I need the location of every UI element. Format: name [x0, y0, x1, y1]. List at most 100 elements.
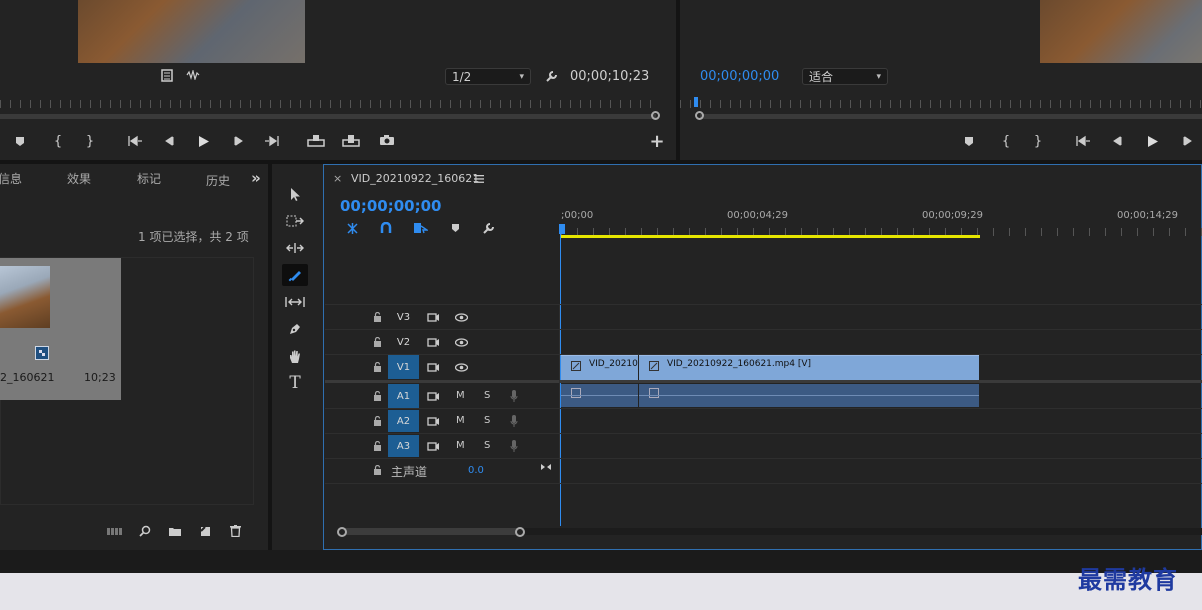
lock-icon[interactable] [370, 389, 384, 403]
mark-out-icon[interactable]: } [1030, 132, 1046, 150]
project-item-card[interactable]: 2_160621 10;23 [0, 258, 121, 400]
nest-icon[interactable] [344, 220, 360, 236]
pen-tool-icon[interactable] [282, 318, 308, 340]
sync-lock-icon[interactable] [425, 360, 441, 374]
go-to-in-icon[interactable] [1074, 132, 1092, 150]
trash-icon[interactable] [227, 523, 243, 539]
lock-icon[interactable] [370, 310, 384, 324]
wrench-icon[interactable] [480, 220, 496, 236]
sync-lock-icon[interactable] [425, 439, 441, 453]
sequence-tab-label[interactable]: VID_20210922_160621 [351, 172, 479, 185]
program-time-ruler[interactable] [680, 100, 1202, 108]
step-back-icon[interactable] [1108, 132, 1126, 150]
program-playhead[interactable] [694, 97, 698, 107]
track-target-v1[interactable]: V1 [388, 355, 419, 379]
work-area-bar[interactable] [561, 235, 980, 238]
step-back-icon[interactable] [160, 132, 178, 150]
overwrite-icon[interactable] [341, 131, 361, 149]
eye-icon[interactable] [452, 310, 470, 324]
timeline-playhead-timecode[interactable]: 00;00;00;00 [340, 197, 442, 215]
snap-icon[interactable] [378, 220, 394, 236]
tab-markers[interactable]: 标记 [137, 170, 161, 187]
sync-lock-icon[interactable] [425, 389, 441, 403]
a1-clip-first[interactable] [561, 384, 638, 407]
slip-tool-icon[interactable] [282, 291, 308, 313]
export-frame-icon[interactable] [377, 131, 397, 149]
type-tool-icon[interactable]: T [282, 372, 308, 394]
add-marker-icon[interactable] [447, 220, 463, 236]
track-target-v2[interactable]: V2 [388, 331, 419, 353]
sync-lock-icon[interactable] [425, 335, 441, 349]
microphone-icon[interactable] [507, 439, 521, 453]
double-chevron-right-icon[interactable]: » [248, 169, 264, 187]
master-volume-value[interactable]: 0.0 [468, 465, 484, 476]
play-icon[interactable] [195, 132, 213, 150]
lock-icon[interactable] [370, 360, 384, 374]
eye-icon[interactable] [452, 360, 470, 374]
microphone-icon[interactable] [507, 389, 521, 403]
mark-in-icon[interactable]: { [998, 132, 1014, 150]
hamburger-menu-icon[interactable] [472, 172, 486, 186]
tab-effects[interactable]: 效果 [67, 170, 91, 187]
play-icon[interactable] [1144, 132, 1162, 150]
tab-history[interactable]: 历史 [206, 174, 230, 186]
insert-icon[interactable] [306, 131, 326, 149]
timeline-scroll-handle-right[interactable] [515, 527, 525, 537]
tab-info[interactable]: 信息 [0, 170, 22, 187]
program-scroll-handle[interactable] [695, 111, 704, 120]
sync-lock-icon[interactable] [425, 414, 441, 428]
step-forward-icon[interactable] [1179, 132, 1197, 150]
timeline-playhead-head[interactable] [559, 224, 565, 234]
track-target-v3[interactable]: V3 [388, 306, 419, 328]
source-timecode[interactable]: 00;00;10;23 [570, 69, 649, 84]
add-marker-icon[interactable] [961, 132, 977, 150]
track-target-a3[interactable]: A3 [388, 435, 419, 457]
microphone-icon[interactable] [507, 414, 521, 428]
v1-clip-first[interactable]: VID_20210 [561, 355, 638, 380]
wrench-icon[interactable] [543, 68, 559, 84]
go-to-in-icon[interactable] [126, 132, 144, 150]
mark-in-icon[interactable]: { [50, 132, 66, 150]
track-target-a2[interactable]: A2 [388, 410, 419, 432]
ripple-edit-tool-icon[interactable] [282, 237, 308, 259]
hand-tool-icon[interactable] [282, 345, 308, 367]
eye-icon[interactable] [452, 335, 470, 349]
audio-waveform-icon[interactable] [184, 67, 202, 83]
film-strip-icon[interactable] [159, 67, 175, 83]
close-tab-icon[interactable]: × [333, 172, 342, 185]
linked-selection-icon[interactable] [411, 220, 429, 236]
step-forward-icon[interactable] [230, 132, 248, 150]
timeline-scroll-handle-left[interactable] [337, 527, 347, 537]
track-target-a1[interactable]: A1 [388, 384, 419, 408]
timeline-scroll-thumb[interactable] [342, 528, 520, 535]
add-marker-icon[interactable] [12, 132, 28, 150]
selection-tool-icon[interactable] [282, 183, 308, 205]
source-scroll-track[interactable] [0, 114, 656, 119]
go-to-out-icon[interactable] [263, 132, 281, 150]
track-select-tool-icon[interactable] [282, 210, 308, 232]
search-icon[interactable] [137, 523, 153, 539]
a1-clip-second[interactable] [639, 384, 979, 407]
lock-icon[interactable] [370, 439, 384, 453]
mark-out-icon[interactable]: } [82, 132, 98, 150]
new-item-icon[interactable] [197, 523, 213, 539]
lock-icon[interactable] [370, 463, 384, 477]
razor-tool-icon[interactable] [282, 264, 308, 286]
resolution-dropdown[interactable]: 1/2 ▾ [445, 68, 531, 85]
new-bin-icon[interactable] [167, 523, 183, 539]
v1-clip-second[interactable]: VID_20210922_160621.mp4 [V] [639, 355, 979, 380]
sync-lock-icon[interactable] [425, 310, 441, 324]
zoom-dropdown[interactable]: 适合 ▾ [802, 68, 888, 85]
lock-icon[interactable] [370, 414, 384, 428]
lock-icon[interactable] [370, 335, 384, 349]
program-timecode[interactable]: 00;00;00;00 [700, 69, 779, 84]
mute-button-a3[interactable]: M [456, 440, 465, 451]
source-scroll-handle[interactable] [651, 111, 660, 120]
solo-button-a3[interactable]: S [484, 440, 490, 451]
add-button-icon[interactable]: + [648, 131, 666, 152]
icon-view-icon[interactable] [106, 523, 124, 539]
solo-button-a2[interactable]: S [484, 415, 490, 426]
go-to-edit-icon[interactable] [538, 460, 554, 474]
mute-button-a2[interactable]: M [456, 415, 465, 426]
solo-button-a1[interactable]: S [484, 390, 490, 401]
